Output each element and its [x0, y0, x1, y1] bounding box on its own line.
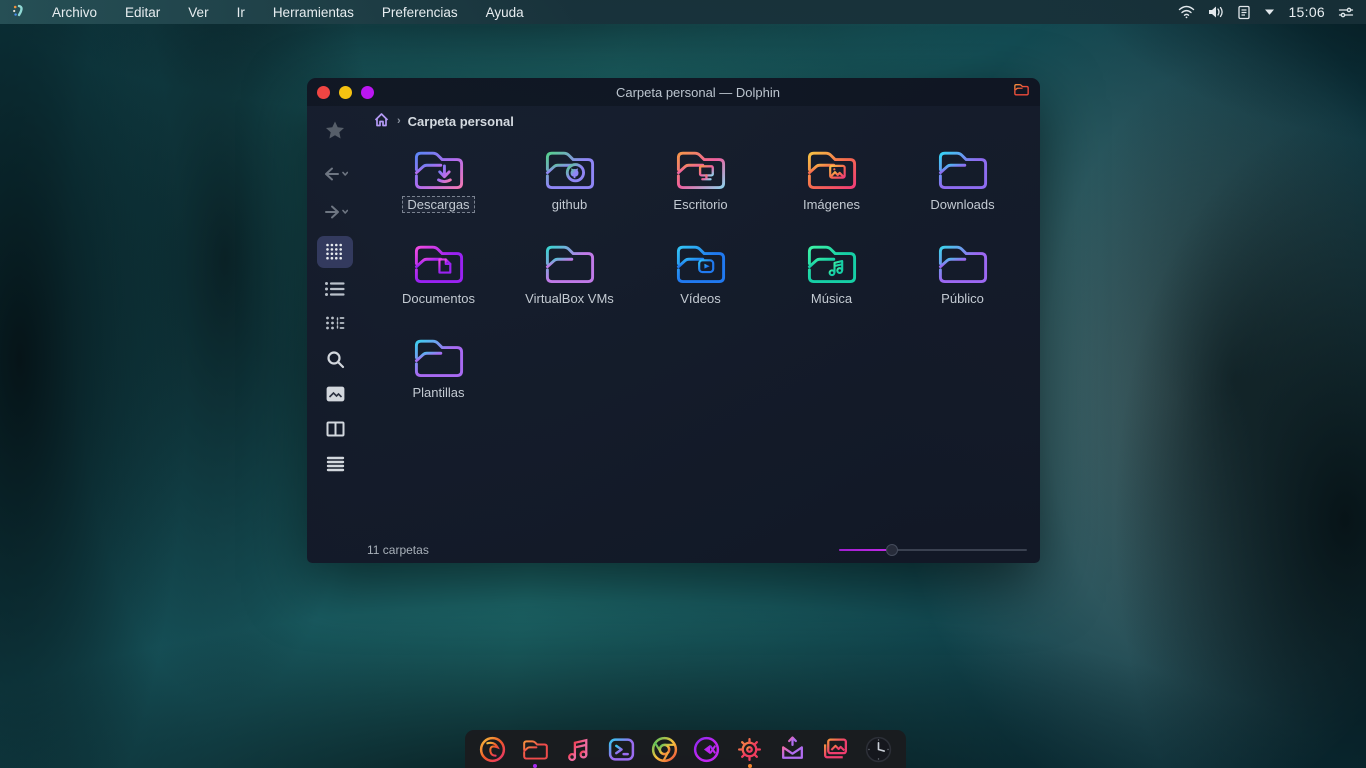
zoom-slider-knob[interactable] — [885, 544, 898, 556]
distro-logo-icon[interactable] — [12, 3, 30, 22]
statusbar: 11 carpetas — [363, 537, 1040, 563]
video-play-glyph — [697, 259, 714, 274]
clock-time[interactable]: 15:06 — [1288, 4, 1325, 20]
folder-item-plantillas[interactable]: Plantillas — [373, 334, 504, 428]
breadcrumb-path[interactable]: Carpeta personal — [408, 114, 514, 129]
window-title: Carpeta personal — Dolphin — [615, 84, 781, 100]
clock-app-icon[interactable] — [861, 730, 895, 768]
folder-item-escritorio[interactable]: Escritorio — [635, 146, 766, 240]
breadcrumb-separator: › — [397, 115, 401, 127]
menu-herramientas[interactable]: Herramientas — [259, 3, 368, 22]
close-button[interactable] — [317, 85, 330, 99]
mail-icon[interactable] — [776, 730, 810, 768]
menu-ir[interactable]: Ir — [223, 3, 259, 22]
folder-item-downloads[interactable]: Downloads — [897, 146, 1028, 240]
global-menubar: Archivo Editar Ver Ir Herramientas Prefe… — [0, 0, 1366, 24]
forward-icon[interactable] — [318, 198, 352, 226]
caret-down-icon[interactable] — [1264, 8, 1275, 16]
chromium-icon[interactable] — [647, 730, 681, 768]
monitor-glyph — [698, 165, 714, 181]
desktop: Archivo Editar Ver Ir Herramientas Prefe… — [0, 0, 1366, 768]
gallery-icon[interactable] — [819, 730, 853, 768]
folder-item-documentos[interactable]: Documentos — [373, 240, 504, 334]
toolbar-sidebar — [307, 106, 363, 563]
maximize-button[interactable] — [361, 85, 374, 99]
compact-view-button[interactable] — [318, 310, 352, 338]
preview-image-icon[interactable] — [318, 380, 352, 408]
settings-gear-icon[interactable] — [733, 730, 767, 768]
folder-item-virtualbox-vms[interactable]: VirtualBox VMs — [504, 240, 635, 334]
menu-ayuda[interactable]: Ayuda — [472, 3, 538, 22]
icons-view-button[interactable] — [317, 236, 353, 268]
github-octocat-glyph — [565, 163, 585, 183]
titlebar[interactable]: Carpeta personal — Dolphin — [307, 78, 1040, 106]
running-indicator — [747, 764, 752, 768]
favorites-star-icon[interactable] — [318, 116, 352, 144]
zoom-slider[interactable] — [839, 544, 1027, 556]
system-tray: 15:06 — [1178, 4, 1354, 20]
breadcrumb: › Carpeta personal — [363, 106, 1040, 136]
home-icon[interactable] — [373, 112, 390, 131]
folder-item-publico[interactable]: Público — [897, 240, 1028, 334]
search-icon[interactable] — [318, 345, 352, 373]
music-notes-glyph — [828, 260, 843, 277]
music-player-icon[interactable] — [561, 730, 595, 768]
folder-item-descargas[interactable]: Descargas — [373, 146, 504, 240]
back-icon[interactable] — [318, 160, 352, 188]
split-view-icon[interactable] — [318, 415, 352, 443]
running-indicator — [533, 764, 538, 768]
menu-preferencias[interactable]: Preferencias — [368, 3, 472, 22]
minimize-button[interactable] — [339, 85, 352, 99]
menu-editar[interactable]: Editar — [111, 3, 174, 22]
file-manager-icon[interactable] — [518, 730, 552, 768]
folder-item-github[interactable]: github — [504, 146, 635, 240]
tweaks-icon[interactable] — [1338, 6, 1354, 19]
document-glyph — [437, 258, 451, 274]
clipboard-icon[interactable] — [1237, 5, 1251, 20]
volume-icon[interactable] — [1208, 5, 1224, 19]
media-player-icon[interactable] — [690, 730, 724, 768]
firefox-icon[interactable] — [475, 730, 509, 768]
folder-item-videos[interactable]: Vídeos — [635, 240, 766, 334]
folder-app-icon — [1013, 82, 1030, 102]
folder-view[interactable]: Descargas github Escritorio Imágenes Dow… — [363, 136, 1040, 537]
menu-ver[interactable]: Ver — [174, 3, 222, 22]
image-glyph — [828, 164, 846, 179]
terminal-icon[interactable] — [604, 730, 638, 768]
menu-hamburger-icon[interactable] — [318, 450, 352, 478]
download-arrow-glyph — [436, 164, 452, 184]
folder-item-musica[interactable]: Música — [766, 240, 897, 334]
menu-archivo[interactable]: Archivo — [38, 3, 111, 22]
statusbar-count: 11 carpetas — [367, 543, 429, 557]
details-view-button[interactable] — [318, 275, 352, 303]
folder-item-imagenes[interactable]: Imágenes — [766, 146, 897, 240]
dock — [465, 730, 906, 768]
dolphin-window: Carpeta personal — Dolphin › Carpeta per… — [307, 78, 1040, 563]
wifi-icon[interactable] — [1178, 5, 1195, 19]
